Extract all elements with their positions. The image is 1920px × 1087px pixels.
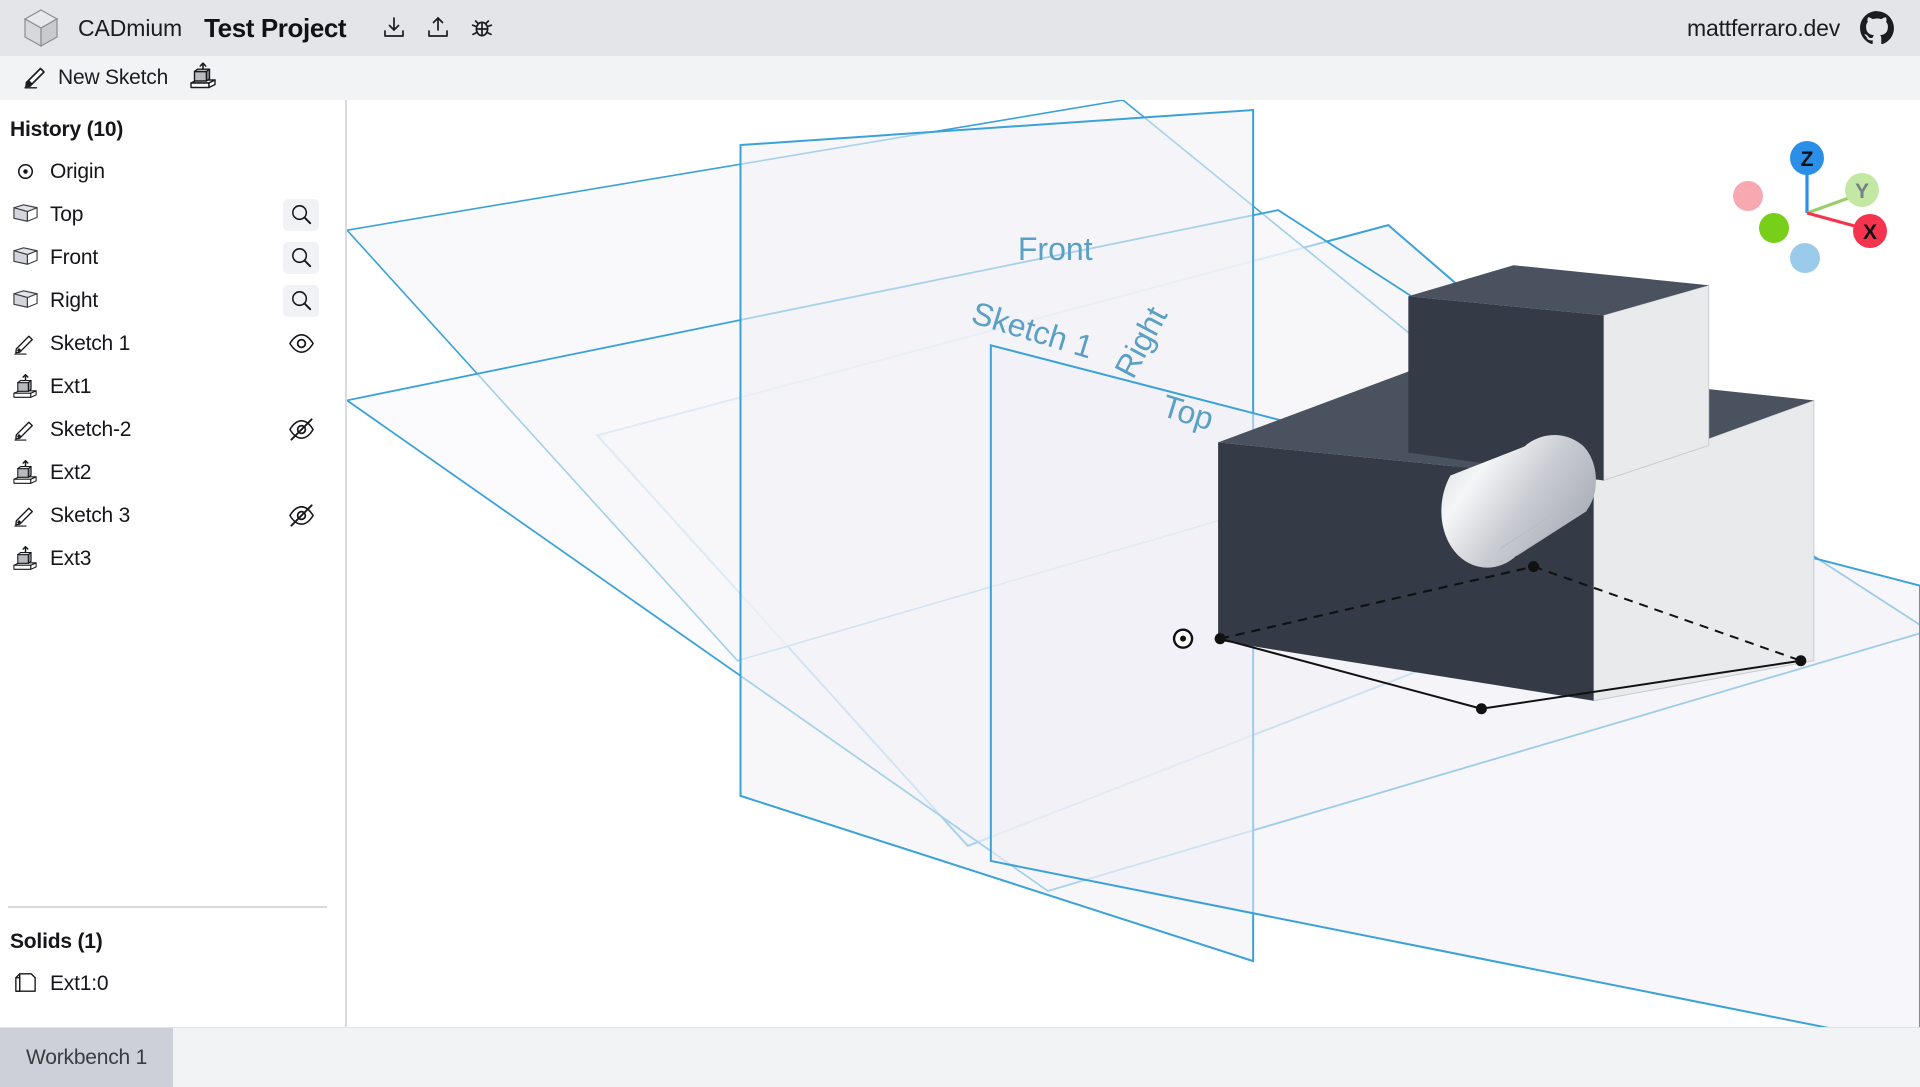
- history-item-label: Sketch 1: [50, 332, 283, 356]
- panel-divider: [8, 906, 327, 908]
- workbench-tab[interactable]: Workbench 1: [0, 1028, 173, 1087]
- site-link[interactable]: mattferraro.dev: [1687, 15, 1840, 42]
- extrude-icon: [10, 372, 40, 402]
- solid-item-label: Ext1:0: [50, 972, 337, 996]
- history-item-label: Front: [50, 246, 283, 270]
- cube-logo-icon: [20, 7, 62, 49]
- history-item-origin[interactable]: Origin: [0, 150, 345, 193]
- history-item-front[interactable]: Front: [0, 236, 345, 279]
- github-icon[interactable]: [1858, 9, 1896, 47]
- left-sidebar: History (10) Origin Top Front Right Sketch 1…: [0, 100, 347, 1027]
- pencil-icon: [10, 329, 40, 359]
- solids-list: Ext1:0: [0, 962, 345, 1005]
- project-name: Test Project: [204, 13, 346, 44]
- history-item-right[interactable]: Right: [0, 279, 345, 322]
- extrude-icon: [10, 544, 40, 574]
- extrude-button[interactable]: [180, 59, 226, 97]
- history-title: History (10): [0, 118, 345, 150]
- origin-icon: [10, 157, 40, 187]
- history-item-sketch-1[interactable]: Sketch 1: [0, 322, 345, 365]
- history-item-ext1[interactable]: Ext1: [0, 365, 345, 408]
- history-item-label: Sketch-2: [50, 418, 283, 442]
- new-sketch-label: New Sketch: [58, 66, 168, 90]
- pencil-icon: [22, 62, 50, 95]
- history-item-label: Sketch 3: [50, 504, 283, 528]
- search-icon[interactable]: [283, 199, 319, 231]
- cad-application: CADmium Test Project mattferrar: [0, 0, 1920, 1087]
- history-item-sketch-2[interactable]: Sketch-2: [0, 408, 345, 451]
- history-item-label: Origin: [50, 160, 337, 184]
- eye-off-icon[interactable]: [283, 500, 319, 532]
- gizmo-x-label: X: [1863, 221, 1877, 244]
- app-name: CADmium: [78, 15, 182, 42]
- main-toolbar: New Sketch: [0, 56, 1920, 100]
- history-item-top[interactable]: Top: [0, 193, 345, 236]
- history-item-ext2[interactable]: Ext2: [0, 451, 345, 494]
- gizmo-neg-y-dot[interactable]: [1759, 213, 1789, 243]
- history-item-label: Ext1: [50, 375, 337, 399]
- status-bar: Workbench 1: [0, 1027, 1920, 1087]
- history-item-label: Ext3: [50, 547, 337, 571]
- gizmo-z-label: Z: [1801, 148, 1814, 171]
- pencil-icon: [10, 501, 40, 531]
- extrude-icon: [10, 458, 40, 488]
- history-item-ext3[interactable]: Ext3: [0, 537, 345, 580]
- history-list: Origin Top Front Right Sketch 1 Ext1 Sketch-2 E…: [0, 150, 345, 580]
- history-item-label: Right: [50, 289, 283, 313]
- solids-panel: Solids (1) Ext1:0: [0, 898, 345, 1027]
- search-icon[interactable]: [283, 285, 319, 317]
- viewport-3d[interactable]: FrontSketch 1RightTop: [347, 100, 1920, 1027]
- view-orientation-gizmo[interactable]: Z Y X: [1722, 128, 1892, 288]
- history-panel: History (10) Origin Top Front Right Sketch 1…: [0, 100, 345, 898]
- bug-icon[interactable]: [460, 6, 504, 50]
- plane-icon: [10, 243, 40, 273]
- history-item-label: Ext2: [50, 461, 337, 485]
- new-sketch-button[interactable]: New Sketch: [14, 59, 176, 97]
- app-body: History (10) Origin Top Front Right Sketch 1…: [0, 100, 1920, 1027]
- extrude-icon: [188, 61, 218, 96]
- plane-icon: [10, 200, 40, 230]
- pencil-icon: [10, 415, 40, 445]
- origin-marker[interactable]: [1174, 630, 1192, 648]
- upload-icon[interactable]: [416, 6, 460, 50]
- solid-icon: [10, 969, 40, 999]
- gizmo-neg-z-dot[interactable]: [1790, 243, 1820, 273]
- download-icon[interactable]: [372, 6, 416, 50]
- app-header: CADmium Test Project mattferrar: [0, 0, 1920, 56]
- plane-icon: [10, 286, 40, 316]
- history-item-label: Top: [50, 203, 283, 227]
- scene-canvas[interactable]: FrontSketch 1RightTop: [347, 100, 1920, 1027]
- gizmo-neg-x-dot[interactable]: [1733, 181, 1763, 211]
- history-item-sketch-3[interactable]: Sketch 3: [0, 494, 345, 537]
- search-icon[interactable]: [283, 242, 319, 274]
- eye-icon[interactable]: [283, 328, 319, 360]
- plane-label-front: Front: [1018, 231, 1093, 267]
- gizmo-x-axis-line: [1807, 213, 1862, 228]
- solid-item[interactable]: Ext1:0: [0, 962, 345, 1005]
- solids-title: Solids (1): [0, 930, 345, 962]
- gizmo-y-label: Y: [1855, 180, 1869, 203]
- eye-off-icon[interactable]: [283, 414, 319, 446]
